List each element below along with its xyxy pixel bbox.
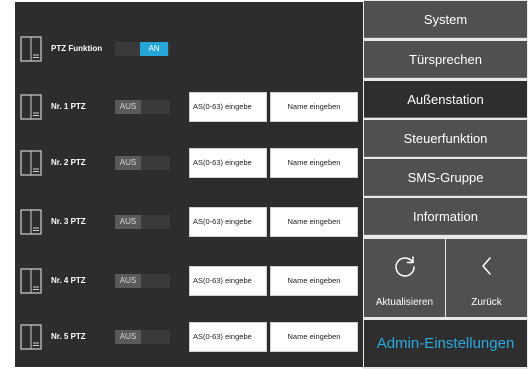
toggle-state-label: AUS [115,156,141,170]
admin-settings-title: Admin-Einstellungen [364,320,527,367]
ptz-4-toggle[interactable]: AUS [115,274,170,288]
toggle-state-label: AUS [115,274,141,288]
ptz-2-name-input[interactable]: Name eingeben [270,148,358,178]
toggle-state-label: AN [140,42,168,56]
ptz-row-label: Nr. 5 PTZ [51,332,86,341]
ptz-row-2: Nr. 2 PTZ AUS AS(0-63) eingebe Name eing… [15,146,363,180]
device-panel-icon [20,268,42,294]
back-button[interactable]: Zurück [446,239,527,317]
device-panel-icon [20,150,42,176]
ptz-function-row: PTZ Funktion AN [15,32,363,66]
ptz-row-label: Nr. 1 PTZ [51,102,86,111]
ptz-function-label: PTZ Funktion [51,44,103,53]
back-label: Zurück [471,297,502,308]
ptz-row-4: Nr. 4 PTZ AUS AS(0-63) eingebe Name eing… [15,264,363,298]
menu-item-tuersprechen[interactable]: Türsprechen [364,41,527,78]
menu-item-sms-gruppe[interactable]: SMS-Gruppe [364,159,527,196]
toggle-state-label: AUS [115,215,141,229]
navigation-sidebar: System Türsprechen Außenstation Steuerfu… [363,0,528,369]
refresh-button[interactable]: Aktualisieren [364,239,445,317]
ptz-row-label: Nr. 2 PTZ [51,158,86,167]
ptz-5-name-input[interactable]: Name eingeben [270,322,358,352]
ptz-3-address-input[interactable]: AS(0-63) eingebe [189,207,267,237]
ptz-settings-panel: PTZ Funktion AN Nr. 1 PTZ AUS AS(0-63) e… [15,2,363,367]
ptz-3-name-input[interactable]: Name eingeben [270,207,358,237]
device-panel-icon [20,324,42,350]
refresh-icon [394,256,415,277]
toggle-state-label: AUS [115,330,141,344]
toggle-state-label: AUS [115,100,141,114]
menu-item-system[interactable]: System [364,1,527,38]
ptz-row-5: Nr. 5 PTZ AUS AS(0-63) eingebe Name eing… [15,320,363,354]
ptz-5-address-input[interactable]: AS(0-63) eingebe [189,322,267,352]
device-panel-icon [20,209,42,235]
ptz-row-label: Nr. 3 PTZ [51,217,86,226]
ptz-1-address-input[interactable]: AS(0-63) eingebe [189,92,267,122]
ptz-function-toggle[interactable]: AN [115,42,170,56]
device-panel-icon [20,94,42,120]
menu-item-aussenstation[interactable]: Außenstation [364,81,527,118]
refresh-label: Aktualisieren [375,297,434,308]
ptz-1-toggle[interactable]: AUS [115,100,170,114]
ptz-row-1: Nr. 1 PTZ AUS AS(0-63) eingebe Name eing… [15,90,363,124]
chevron-left-icon [481,257,491,275]
ptz-row-label: Nr. 4 PTZ [51,276,86,285]
ptz-5-toggle[interactable]: AUS [115,330,170,344]
ptz-3-toggle[interactable]: AUS [115,215,170,229]
ptz-1-name-input[interactable]: Name eingeben [270,92,358,122]
ptz-4-name-input[interactable]: Name eingeben [270,266,358,296]
ptz-2-toggle[interactable]: AUS [115,156,170,170]
ptz-4-address-input[interactable]: AS(0-63) eingebe [189,266,267,296]
menu-item-information[interactable]: Information [364,198,527,235]
ptz-2-address-input[interactable]: AS(0-63) eingebe [189,148,267,178]
device-panel-icon [20,36,42,62]
menu-item-steuerfunktion[interactable]: Steuerfunktion [364,120,527,157]
ptz-row-3: Nr. 3 PTZ AUS AS(0-63) eingebe Name eing… [15,205,363,239]
